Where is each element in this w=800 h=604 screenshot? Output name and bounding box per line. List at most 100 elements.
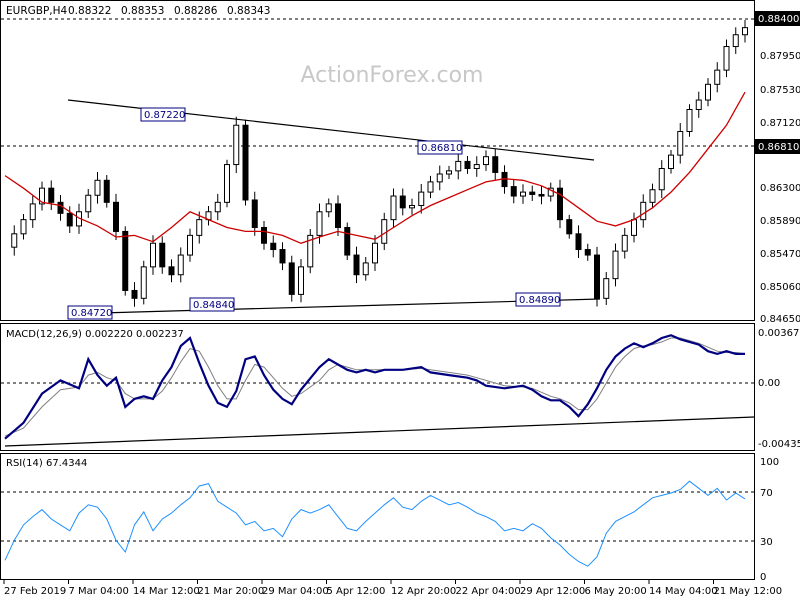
- current-price-tag: 0.88400: [758, 14, 799, 25]
- candle-body: [325, 203, 332, 213]
- x-axis: 27 Feb 2019 7 Mar 04:00 14 Mar 12:0021 Mar…: [3, 580, 783, 597]
- candle-body: [492, 156, 499, 173]
- candle-body: [631, 219, 637, 236]
- candle-body: [510, 186, 517, 197]
- rsi-label: RSI(14) 67.4344: [6, 458, 87, 469]
- candle-body: [714, 69, 721, 85]
- x-tick-label: 7 Mar 04:00: [69, 586, 129, 597]
- candle-body: [177, 254, 184, 276]
- callout-label: 0.84720: [71, 308, 112, 319]
- rsi-y-axis: 100 70 30 0: [760, 457, 779, 583]
- candle-body: [381, 219, 388, 244]
- macd-tick: 0.003678: [758, 328, 800, 339]
- candle-body: [483, 156, 489, 166]
- price-tick: 0.87950: [760, 51, 800, 62]
- candle-body: [575, 233, 582, 251]
- candle-body: [251, 199, 258, 229]
- candle-body: [621, 234, 628, 252]
- candle-body: [529, 191, 536, 195]
- candle-body: [233, 124, 240, 166]
- candle-body: [455, 160, 462, 172]
- x-tick-label: 5 Apr 12:00: [327, 586, 386, 597]
- x-tick-label: 6 May 20:00: [585, 586, 647, 597]
- candle-body: [353, 254, 360, 276]
- rsi-tick: 100: [760, 457, 779, 468]
- x-tick-label: 14 Mar 12:00: [133, 586, 200, 597]
- candle-body: [261, 227, 267, 244]
- candle-body: [409, 204, 415, 209]
- macd-y-axis: 0.003678 0.00 -0.004359: [758, 328, 800, 450]
- candle-body: [29, 203, 36, 221]
- candle-body: [603, 278, 610, 299]
- instrument-title: EURGBP,H4: [6, 5, 68, 17]
- candle-body: [705, 83, 711, 101]
- callout-label: 0.84890: [519, 295, 560, 306]
- candle-body: [612, 250, 619, 280]
- candle-body: [288, 262, 295, 295]
- x-tick-label: 29 Mar 04:00: [262, 586, 329, 597]
- candle-body: [187, 234, 193, 256]
- price-tick: 0.85470: [760, 249, 800, 260]
- price-tick: 0.84650: [760, 314, 800, 325]
- candle-body: [399, 195, 406, 209]
- candle-body: [723, 46, 730, 71]
- rsi-panel-frame: [0, 453, 755, 580]
- candle-body: [446, 170, 452, 175]
- chart-svg: ActionForex.com EURGBP,H4 0.88322 0.8835…: [0, 0, 800, 597]
- macd-tick: -0.004359: [758, 439, 800, 450]
- price-tick: 0.86300: [760, 183, 800, 194]
- candle-body: [362, 262, 369, 276]
- rsi-tick: 30: [760, 537, 773, 548]
- candle-body: [159, 242, 166, 268]
- candle-body: [372, 242, 378, 264]
- candle-body: [594, 254, 600, 299]
- watermark: ActionForex.com: [301, 63, 484, 88]
- candle-body: [11, 233, 18, 248]
- rsi-tick: 0: [760, 572, 766, 583]
- candle-body: [658, 168, 665, 191]
- candle-body: [279, 249, 286, 264]
- x-tick-label: 14 May 04:00: [649, 586, 718, 597]
- rsi-tick: 70: [760, 488, 773, 499]
- chart-window: ActionForex.com EURGBP,H4 0.88322 0.8835…: [0, 0, 800, 600]
- candle-body: [538, 193, 545, 197]
- price-tick: 0.87530: [760, 85, 800, 96]
- x-tick-label: 22 Apr 04:00: [456, 586, 521, 597]
- candle-body: [686, 108, 693, 133]
- candle-body: [298, 266, 304, 295]
- callout-label: 0.86810: [421, 143, 462, 154]
- candle-body: [57, 201, 64, 214]
- candle-body: [742, 27, 748, 36]
- price-y-axis: 0.87950 0.87530 0.87120 0.86300 0.85890 …: [760, 51, 800, 325]
- candle-body: [122, 230, 129, 291]
- price-tick: 0.85060: [760, 282, 800, 293]
- price-panel-frame: [0, 0, 755, 321]
- callout-label: 0.84840: [193, 300, 234, 311]
- candle-body: [270, 242, 277, 251]
- candle-body: [150, 242, 156, 268]
- callout-label: 0.87220: [144, 110, 185, 121]
- candle-body: [640, 201, 647, 221]
- candle-body: [677, 131, 684, 156]
- candle-body: [48, 187, 55, 203]
- x-tick-label: 21 May 12:00: [714, 586, 783, 597]
- candle-body: [427, 181, 434, 193]
- price-tick: 0.87120: [760, 118, 800, 129]
- candle-body: [196, 219, 203, 236]
- macd-label: MACD(12,26,9) 0.002220 0.002237: [6, 329, 184, 340]
- low-price: 0.88286: [174, 5, 218, 17]
- candle-body: [335, 203, 341, 229]
- candle-body: [113, 201, 119, 232]
- candle-body: [732, 34, 739, 48]
- candle-body: [168, 266, 175, 276]
- level-tag: 0.86810: [758, 142, 799, 153]
- price-tick: 0.85890: [760, 216, 800, 227]
- candle-body: [436, 173, 443, 183]
- x-tick-label: 12 Apr 20:00: [391, 586, 456, 597]
- candle-body: [66, 212, 73, 227]
- candle-body: [464, 160, 471, 170]
- candle-body: [344, 227, 351, 256]
- candle-body: [649, 189, 656, 203]
- candle-body: [584, 249, 591, 256]
- candle-body: [557, 187, 563, 221]
